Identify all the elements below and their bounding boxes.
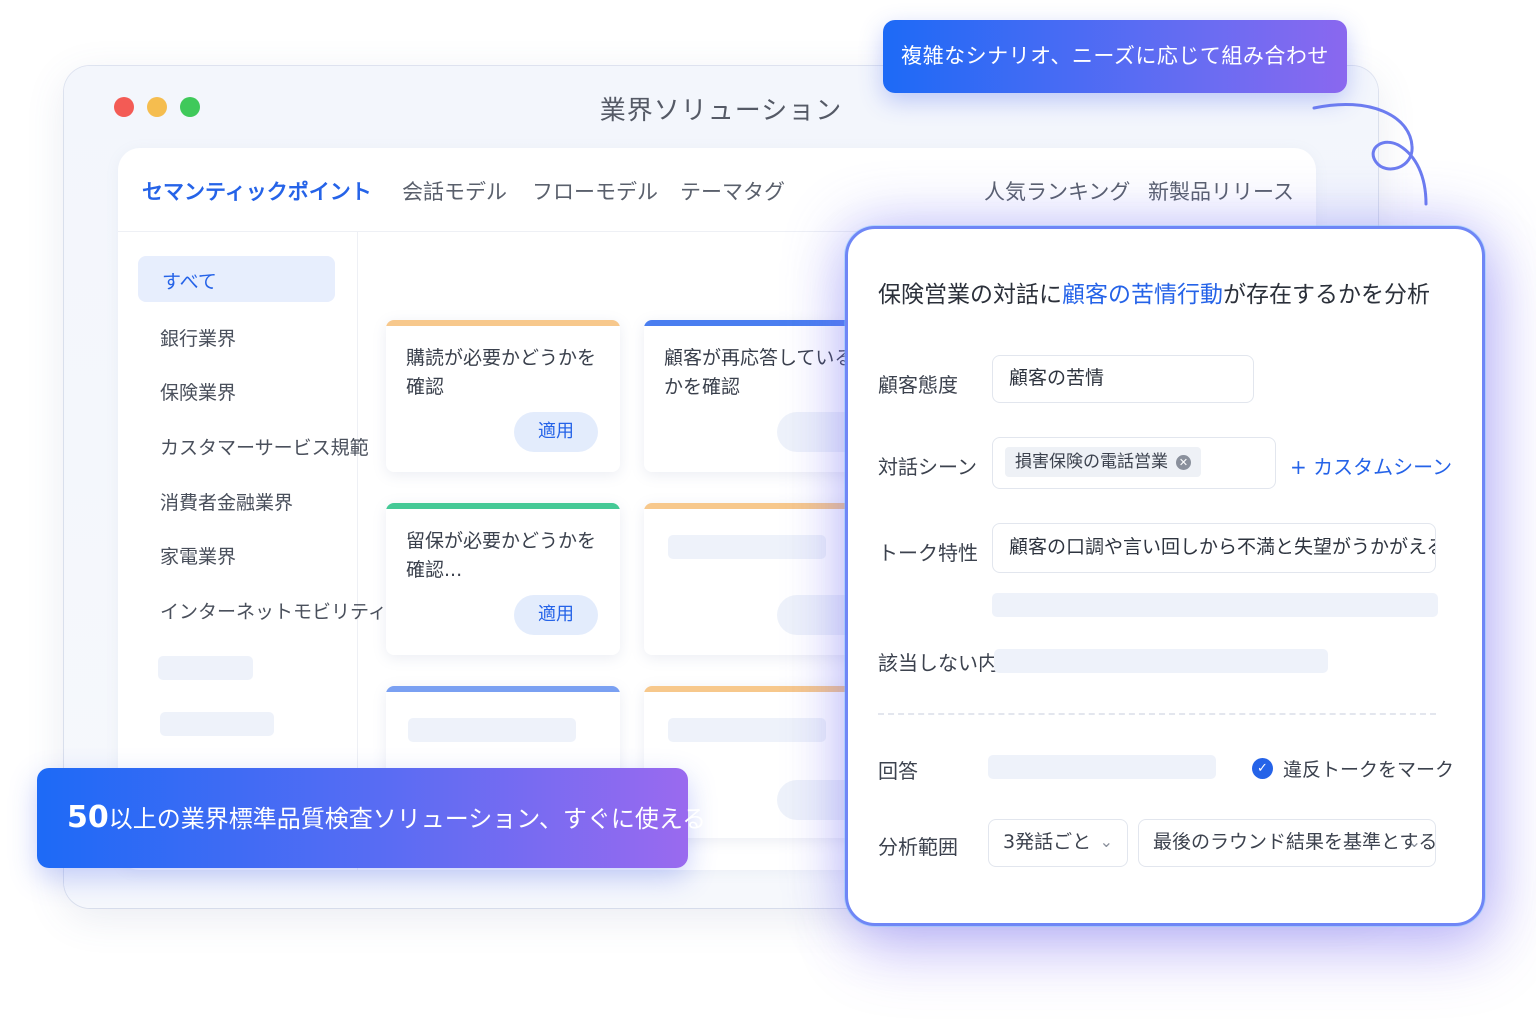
card-title: 購読が必要かどうかを確認 [406, 347, 597, 398]
mark-violation-checkbox[interactable]: ✓ 違反トークをマーク [1252, 755, 1454, 782]
sidebar-placeholder [158, 656, 253, 680]
customer-attitude-label: 顧客態度 [878, 373, 958, 397]
sidebar-item-consumer-finance[interactable]: 消費者金融業界 [160, 488, 293, 515]
analysis-range-label: 分析範囲 [878, 835, 958, 859]
scene-tag: 損害保険の電話営業 ✕ [1005, 447, 1201, 477]
apply-button[interactable]: 適用 [514, 412, 598, 452]
feature-banner-bottom: 50以上の業界標準品質検査ソリューション、すぐに使える [37, 768, 706, 868]
tab-popular-ranking[interactable]: 人気ランキング [984, 176, 1130, 206]
sidebar-placeholder [160, 712, 274, 736]
solution-card[interactable]: 顧客が再応答しているかを確認 [644, 320, 878, 472]
talk-feature-field[interactable]: 顧客の口調や言い回しから不満と失望がうかがえる [992, 523, 1436, 573]
card-title: 顧客が再応答しているかを確認 [664, 347, 854, 398]
apply-button[interactable]: 適用 [514, 595, 598, 635]
customer-attitude-field[interactable]: 顧客の苦情 [992, 355, 1254, 403]
text-placeholder [668, 718, 826, 742]
answer-label: 回答 [878, 759, 918, 783]
sidebar-item-all[interactable]: すべて [138, 256, 335, 302]
tab-conversation-model[interactable]: 会話モデル [402, 176, 507, 206]
talk-feature-label: トーク特性 [878, 541, 978, 565]
sidebar-item-label: すべて [162, 271, 217, 293]
add-custom-scene-link[interactable]: + カスタムシーン [1290, 451, 1452, 480]
card-heading: 保険営業の対話に顧客の苦情行動が存在するかを分析 [878, 275, 1430, 309]
text-placeholder [408, 718, 576, 742]
heading-prefix: 保険営業の対話に [878, 282, 1062, 308]
checkbox-label: 違反トークをマーク [1283, 759, 1455, 781]
solution-card-placeholder [644, 503, 878, 655]
dialogue-scene-field[interactable]: 損害保険の電話営業 ✕ [992, 437, 1276, 489]
tab-theme-tag[interactable]: テーマタグ [680, 176, 785, 206]
checkmark-icon: ✓ [1252, 758, 1273, 779]
range-select-basis[interactable]: 最後のラウンド結果を基準とする ⌄ [1138, 819, 1438, 867]
stage: 業界ソリューション セマンティックポイント 会話モデル フローモデル テーマタグ… [0, 0, 1536, 1024]
section-divider [878, 713, 1436, 715]
heading-highlight: 顧客の苦情行動 [1062, 282, 1223, 308]
analysis-config-card: 保険営業の対話に顧客の苦情行動が存在するかを分析 顧客態度 顧客の苦情 対話シー… [845, 226, 1485, 926]
sidebar-item-insurance[interactable]: 保険業界 [160, 378, 236, 405]
scene-tag-label: 損害保険の電話営業 [1015, 452, 1168, 472]
dialogue-scene-label: 対話シーン [878, 455, 977, 479]
solution-count: 50 [67, 800, 109, 835]
field-placeholder [992, 593, 1438, 617]
tab-new-releases[interactable]: 新製品リリース [1148, 176, 1294, 206]
heading-suffix: が存在するかを分析 [1223, 282, 1430, 308]
card-accent-bar [644, 503, 878, 509]
solution-card[interactable]: 購読が必要かどうかを確認 適用 [386, 320, 620, 472]
window-title: 業界ソリューション [599, 96, 843, 126]
sidebar-item-banking[interactable]: 銀行業界 [160, 324, 236, 351]
tab-bar: セマンティックポイント 会話モデル フローモデル テーマタグ 人気ランキング 新… [118, 148, 1316, 232]
card-accent-bar [644, 320, 878, 326]
connector-curve-icon [1312, 103, 1428, 206]
sidebar-item-appliances[interactable]: 家電業界 [160, 542, 236, 569]
solution-card[interactable]: 留保が必要かどうかを確認... 適用 [386, 503, 620, 655]
remove-tag-icon[interactable]: ✕ [1176, 454, 1191, 470]
banner-text: 以上の業界標準品質検査ソリューション、すぐに使える [108, 805, 707, 833]
range-select-rounds[interactable]: 3発話ごと ⌄ [988, 819, 1128, 867]
field-placeholder [988, 755, 1216, 779]
feature-banner-top: 複雑なシナリオ、ニーズに応じて組み合わせ [883, 20, 1347, 93]
card-accent-bar [386, 686, 620, 692]
tab-semantic-point[interactable]: セマンティックポイント [142, 176, 372, 206]
tab-flow-model[interactable]: フローモデル [532, 176, 658, 206]
chevron-down-icon: ⌄ [1407, 832, 1421, 851]
field-placeholder [994, 649, 1328, 673]
card-accent-bar [644, 686, 878, 692]
text-placeholder [668, 535, 826, 559]
card-accent-bar [386, 320, 620, 326]
card-accent-bar [386, 503, 620, 509]
sidebar-item-internet-mobility[interactable]: インターネットモビリティ [160, 597, 387, 624]
chevron-down-icon: ⌄ [1099, 832, 1113, 851]
select-value: 3発話ごと [1003, 831, 1092, 853]
sidebar-item-customer-service[interactable]: カスタマーサービス規範 [160, 433, 369, 460]
select-value: 最後のラウンド結果を基準とする [1153, 831, 1438, 853]
card-title: 留保が必要かどうかを確認... [406, 530, 597, 581]
